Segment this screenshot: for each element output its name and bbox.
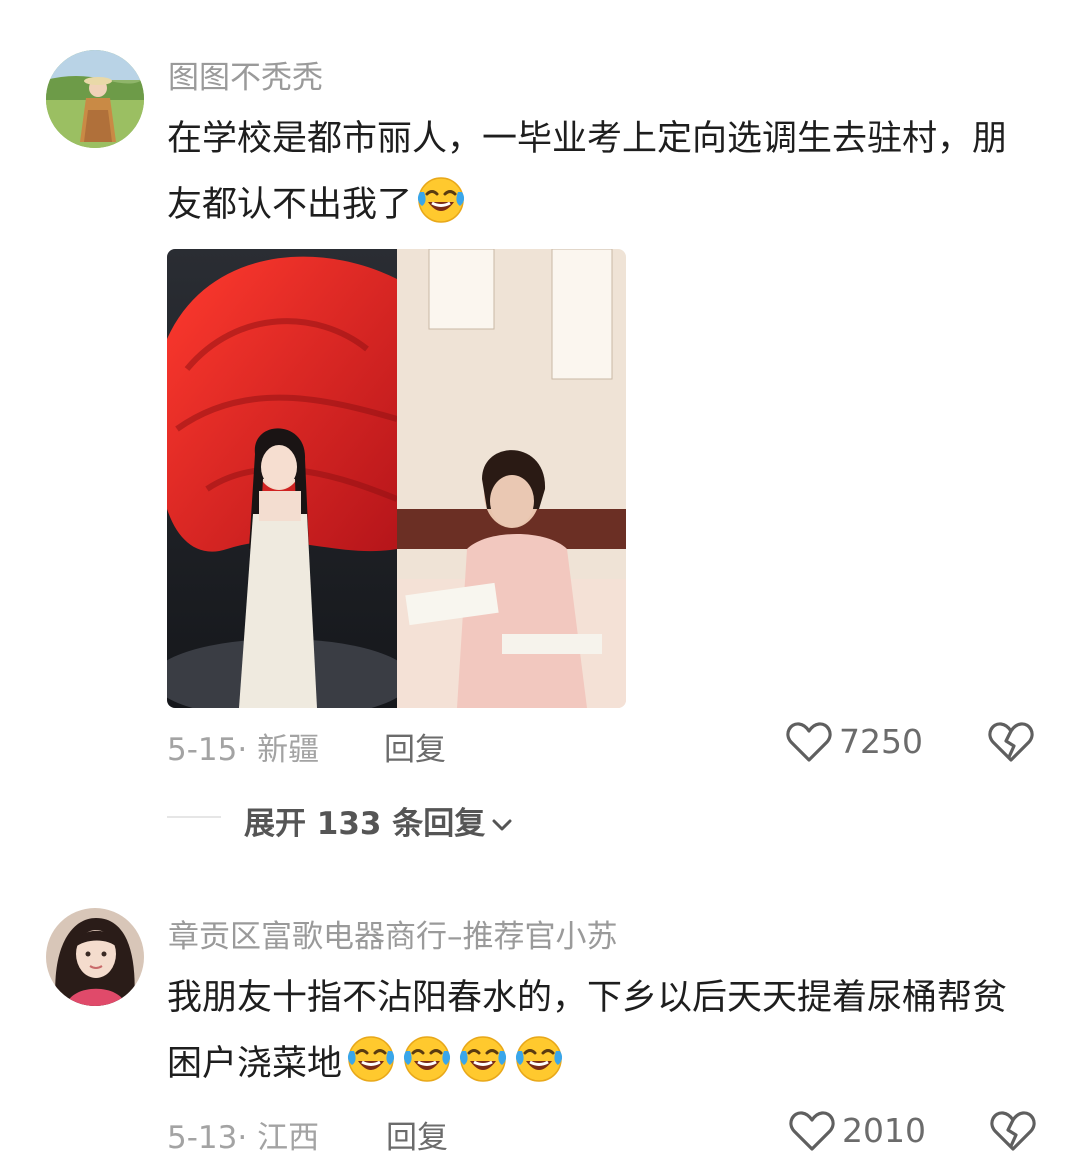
comment-text: 我朋友十指不沾阳春水的，下乡以后天天提着尿桶帮贫困户浇菜地: [167, 965, 1037, 1097]
chevron-down-icon: [491, 804, 513, 840]
heart-outline-icon[interactable]: [786, 721, 832, 767]
expand-divider: [167, 816, 221, 818]
laughing-crying-emoji: [414, 172, 468, 226]
comment-username[interactable]: 图图不秃秃: [168, 52, 323, 97]
laughing-crying-emoji: [456, 1031, 510, 1085]
laughing-crying-emoji: [400, 1031, 454, 1085]
expand-replies-button[interactable]: 展开 133 条回复: [244, 798, 513, 843]
broken-heart-icon[interactable]: [988, 721, 1034, 767]
like-count: 7250: [839, 722, 923, 761]
laughing-crying-emoji: [512, 1031, 566, 1085]
comment-username[interactable]: 章贡区富歌电器商行–推荐官小苏: [168, 911, 618, 956]
broken-heart-icon[interactable]: [990, 1110, 1036, 1156]
comment-date-location: 5-13· 江西: [167, 1120, 320, 1156]
comment-image[interactable]: [167, 249, 626, 708]
reply-button[interactable]: 回复: [386, 1112, 448, 1157]
laughing-crying-emoji: [344, 1031, 398, 1085]
user-avatar[interactable]: [46, 908, 144, 1006]
expand-replies-label: 展开 133 条回复: [244, 806, 486, 842]
comment-body: 我朋友十指不沾阳春水的，下乡以后天天提着尿桶帮贫困户浇菜地: [167, 978, 1008, 1084]
comment-date-location: 5-15· 新疆: [167, 732, 320, 768]
heart-outline-icon[interactable]: [789, 1110, 835, 1156]
user-avatar[interactable]: [46, 50, 144, 148]
comment-text: 在学校是都市丽人，一毕业考上定向选调生去驻村，朋友都认不出我了: [167, 106, 1037, 238]
like-count: 2010: [842, 1111, 926, 1150]
reply-button[interactable]: 回复: [384, 724, 446, 769]
comment-body: 在学校是都市丽人，一毕业考上定向选调生去驻村，朋友都认不出我了: [167, 119, 1008, 225]
